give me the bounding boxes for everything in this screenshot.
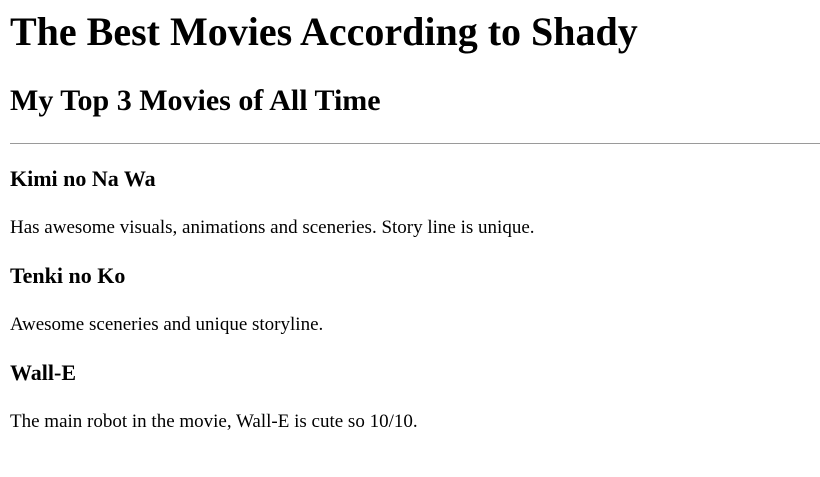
page: The Best Movies According to Shady My To… xyxy=(0,0,820,477)
movie-description: Awesome sceneries and unique storyline. xyxy=(10,314,324,335)
movie-item: Kimi no Na Wa Has awesome visuals, anima… xyxy=(10,166,810,239)
divider xyxy=(10,143,820,144)
movie-item: Tenki no Ko Awesome sceneries and unique… xyxy=(10,263,810,336)
movie-title: Wall-E xyxy=(10,360,77,385)
page-subtitle: My Top 3 Movies of All Time xyxy=(10,84,381,117)
page-title: The Best Movies According to Shady xyxy=(10,9,638,54)
movie-description: Has awesome visuals, animations and scen… xyxy=(10,217,535,238)
movie-title: Tenki no Ko xyxy=(10,263,126,288)
movie-description: The main robot in the movie, Wall-E is c… xyxy=(10,411,418,432)
movie-item: Wall-E The main robot in the movie, Wall… xyxy=(10,360,810,433)
movie-title: Kimi no Na Wa xyxy=(10,166,156,191)
